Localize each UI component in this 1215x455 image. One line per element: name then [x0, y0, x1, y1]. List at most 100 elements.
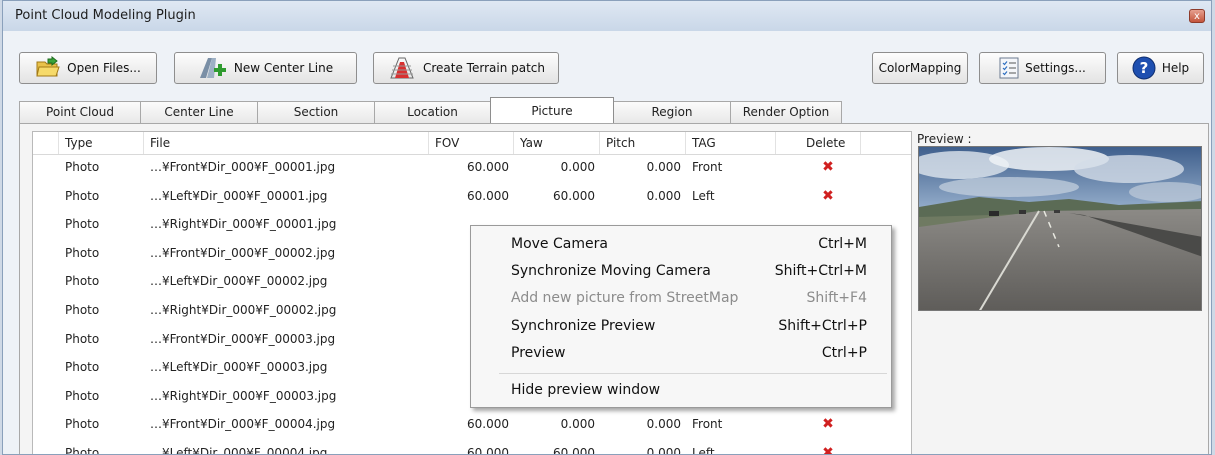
cell-file: …¥Left¥Dir_000¥F_00002.jpg	[150, 274, 328, 289]
cell-yaw: 60.000	[553, 188, 595, 203]
cell-pitch: 0.000	[646, 446, 681, 455]
help-icon: ?	[1132, 56, 1156, 80]
svg-text:?: ?	[1139, 59, 1148, 77]
close-icon: x	[1194, 11, 1200, 22]
toolbar: Open Files... New Center Line Create Ter…	[3, 31, 1211, 95]
delete-icon[interactable]: ✖	[803, 411, 853, 438]
window-title: Point Cloud Modeling Plugin	[15, 8, 196, 23]
cell-yaw: 60.000	[553, 446, 595, 455]
cell-tag: Left	[692, 188, 715, 203]
menu-item-synchronize-preview[interactable]: Synchronize Preview Shift+Ctrl+P	[471, 313, 891, 339]
menu-separator	[499, 373, 887, 374]
tab-point-cloud[interactable]: Point Cloud	[19, 101, 141, 123]
header-fov[interactable]: FOV	[429, 132, 514, 154]
settings-label: Settings...	[1025, 61, 1086, 75]
cell-file: …¥Left¥Dir_000¥F_00001.jpg	[150, 188, 328, 203]
tab-bar: Point Cloud Center Line Section Location…	[19, 97, 842, 123]
help-button[interactable]: ? Help	[1117, 52, 1204, 84]
header-tag[interactable]: TAG	[686, 132, 776, 154]
help-label: Help	[1161, 61, 1190, 75]
cell-pitch: 0.000	[646, 188, 681, 203]
menu-item-preview[interactable]: Preview Ctrl+P	[471, 340, 891, 366]
header-pitch[interactable]: Pitch	[600, 132, 686, 154]
header-yaw[interactable]: Yaw	[514, 132, 600, 154]
cell-file: …¥Front¥Dir_000¥F_00004.jpg	[150, 417, 336, 432]
close-button[interactable]: x	[1189, 9, 1205, 23]
tab-region[interactable]: Region	[613, 101, 731, 123]
menu-item-shortcut: Shift+F4	[806, 290, 867, 306]
cell-fov: 60.000	[467, 417, 509, 432]
new-center-line-button[interactable]: New Center Line	[174, 52, 357, 84]
menu-item-move-camera[interactable]: Move Camera Ctrl+M	[471, 231, 891, 257]
cell-file: …¥Right¥Dir_000¥F_00002.jpg	[150, 303, 337, 317]
cell-file: …¥Right¥Dir_000¥F_00001.jpg	[150, 217, 337, 232]
cell-fov: 60.000	[467, 160, 509, 174]
cell-type: Photo	[65, 303, 100, 317]
menu-item-label: Synchronize Preview	[511, 318, 656, 334]
delete-icon[interactable]: ✖	[803, 183, 853, 210]
new-center-line-icon	[199, 58, 226, 78]
left-strip	[3, 123, 19, 454]
menu-item-label: Hide preview window	[511, 382, 661, 398]
terrain-patch-icon	[390, 57, 414, 79]
cell-pitch: 0.000	[646, 417, 681, 432]
cell-type: Photo	[65, 188, 100, 203]
cell-file: …¥Left¥Dir_000¥F_00003.jpg	[150, 360, 328, 375]
tab-picture[interactable]: Picture	[490, 97, 614, 123]
cell-tag: Left	[692, 446, 715, 455]
cell-file: …¥Left¥Dir_000¥F_00004.jpg	[150, 446, 328, 455]
cell-type: Photo	[65, 160, 100, 174]
settings-button[interactable]: Settings...	[979, 52, 1106, 84]
cell-tag: Front	[692, 160, 723, 174]
cell-fov: 60.000	[467, 446, 509, 455]
header-spacer	[33, 132, 59, 154]
cell-file: …¥Front¥Dir_000¥F_00003.jpg	[150, 331, 336, 346]
create-terrain-patch-label: Create Terrain patch	[422, 61, 545, 75]
table-row[interactable]: Photo …¥Left¥Dir_000¥F_00004.jpg 60.000 60.…	[33, 440, 911, 455]
tab-render-option[interactable]: Render Option	[730, 101, 842, 123]
menu-item-label: Preview	[511, 345, 566, 361]
new-center-line-label: New Center Line	[233, 61, 334, 75]
tab-center-line[interactable]: Center Line	[140, 101, 258, 123]
delete-icon[interactable]: ✖	[803, 154, 853, 181]
tab-location[interactable]: Location	[374, 101, 491, 123]
header-type[interactable]: Type	[59, 132, 144, 154]
cell-file: …¥Right¥Dir_000¥F_00003.jpg	[150, 388, 337, 403]
road-photo	[919, 147, 1201, 310]
menu-item-shortcut: Ctrl+M	[818, 236, 867, 252]
open-files-label: Open Files...	[67, 61, 141, 75]
tab-section[interactable]: Section	[257, 101, 375, 123]
preview-image	[918, 146, 1202, 311]
cell-type: Photo	[65, 274, 100, 289]
settings-list-icon	[999, 57, 1019, 79]
menu-item-shortcut: Ctrl+P	[821, 345, 867, 361]
table-row[interactable]: Photo …¥Left¥Dir_000¥F_00001.jpg 60.000 60.…	[33, 183, 911, 210]
cell-tag: Front	[692, 417, 723, 432]
vertical-scrollbar[interactable]: ▲	[911, 159, 912, 455]
header-delete[interactable]: Delete	[776, 132, 861, 154]
cell-type: Photo	[65, 245, 100, 260]
color-mapping-label: ColorMapping	[878, 61, 962, 75]
cell-yaw: 0.000	[560, 160, 595, 174]
plugin-window: Point Cloud Modeling Plugin x Open Files…	[2, 0, 1212, 455]
table-row[interactable]: Photo …¥Front¥Dir_000¥F_00001.jpg 60.000 0.…	[33, 154, 911, 181]
cell-file: …¥Front¥Dir_000¥F_00002.jpg	[150, 245, 336, 260]
preview-label: Preview :	[917, 132, 972, 146]
table-row[interactable]: Photo …¥Front¥Dir_000¥F_00004.jpg 60.000 0.…	[33, 411, 911, 438]
menu-item-hide-preview-window[interactable]: Hide preview window	[471, 377, 891, 403]
cell-fov: 60.000	[467, 188, 509, 203]
menu-item-label: Add new picture from StreetMap	[511, 290, 739, 306]
menu-item-synchronize-moving-camera[interactable]: Synchronize Moving Camera Shift+Ctrl+M	[471, 258, 891, 284]
cell-pitch: 0.000	[646, 160, 681, 174]
cell-type: Photo	[65, 446, 100, 455]
grid-header: Type File FOV Yaw Pitch TAG Delete	[33, 132, 911, 155]
color-mapping-button[interactable]: ColorMapping	[872, 52, 968, 84]
menu-item-shortcut: Shift+Ctrl+M	[774, 263, 867, 279]
delete-icon[interactable]: ✖	[803, 440, 853, 454]
cell-type: Photo	[65, 360, 100, 375]
menu-item-add-new-picture[interactable]: Add new picture from StreetMap Shift+F4	[471, 285, 891, 311]
open-files-button[interactable]: Open Files...	[19, 52, 157, 84]
create-terrain-patch-button[interactable]: Create Terrain patch	[373, 52, 559, 84]
cell-type: Photo	[65, 217, 100, 232]
header-file[interactable]: File	[144, 132, 429, 154]
